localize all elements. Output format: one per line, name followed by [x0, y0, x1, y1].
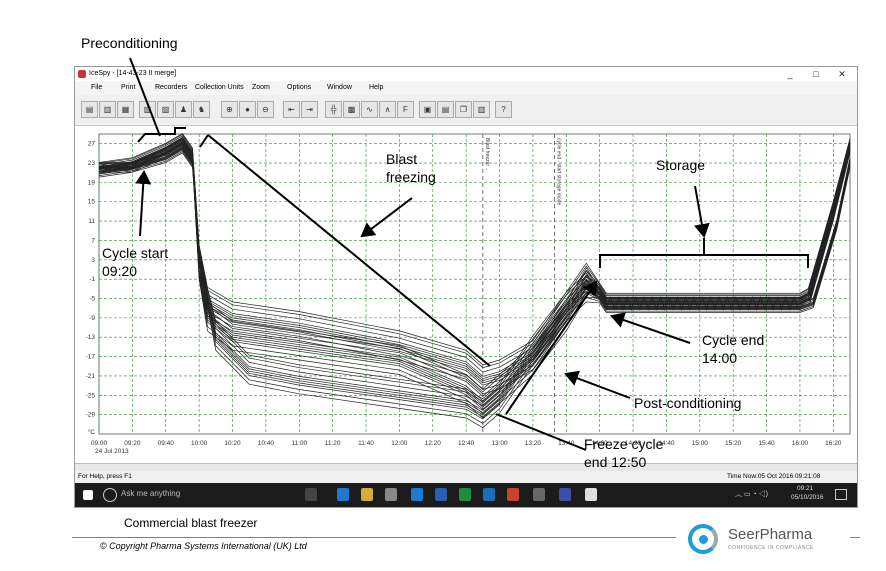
cycle-start-label: Cycle start 09:20	[102, 245, 169, 279]
logo-name: SeerPharma	[728, 526, 813, 543]
preconditioning-bracket	[137, 127, 186, 143]
seerpharma-logo: SeerPharma CONFIDENCE IN COMPLIANCE	[688, 524, 848, 560]
footer-rule-right	[850, 537, 860, 538]
storage-bracket	[599, 238, 809, 268]
preconditioning-arrow	[129, 57, 161, 137]
post-conditioning-arrow	[564, 370, 631, 399]
caption: Commercial blast freezer	[124, 516, 258, 530]
freeze-cycle-end-arrows	[495, 282, 596, 451]
annotation-layer	[129, 57, 809, 451]
cycle-end-arrow	[610, 312, 691, 344]
logo-tagline: CONFIDENCE IN COMPLIANCE	[728, 545, 814, 551]
cycle-start-arrow	[135, 170, 152, 237]
blast-freezing-arrow	[360, 197, 413, 238]
blast-freezing-label: Blast freezing	[386, 151, 436, 185]
storage-label: Storage	[656, 157, 706, 173]
cycle-end-label: Cycle end 14:00	[702, 332, 765, 366]
blast-freezing-line	[199, 134, 491, 367]
post-conditioning-label: Post-conditioning	[634, 395, 742, 411]
logo-dot-icon	[699, 535, 708, 544]
preconditioning-label: Preconditioning	[81, 35, 178, 51]
storage-arrow	[694, 185, 710, 238]
copyright: © Copyright Pharma Systems International…	[100, 541, 307, 551]
freeze-cycle-end-label: Freeze cycle end 12:50	[584, 436, 664, 470]
footer-rule	[72, 537, 676, 538]
